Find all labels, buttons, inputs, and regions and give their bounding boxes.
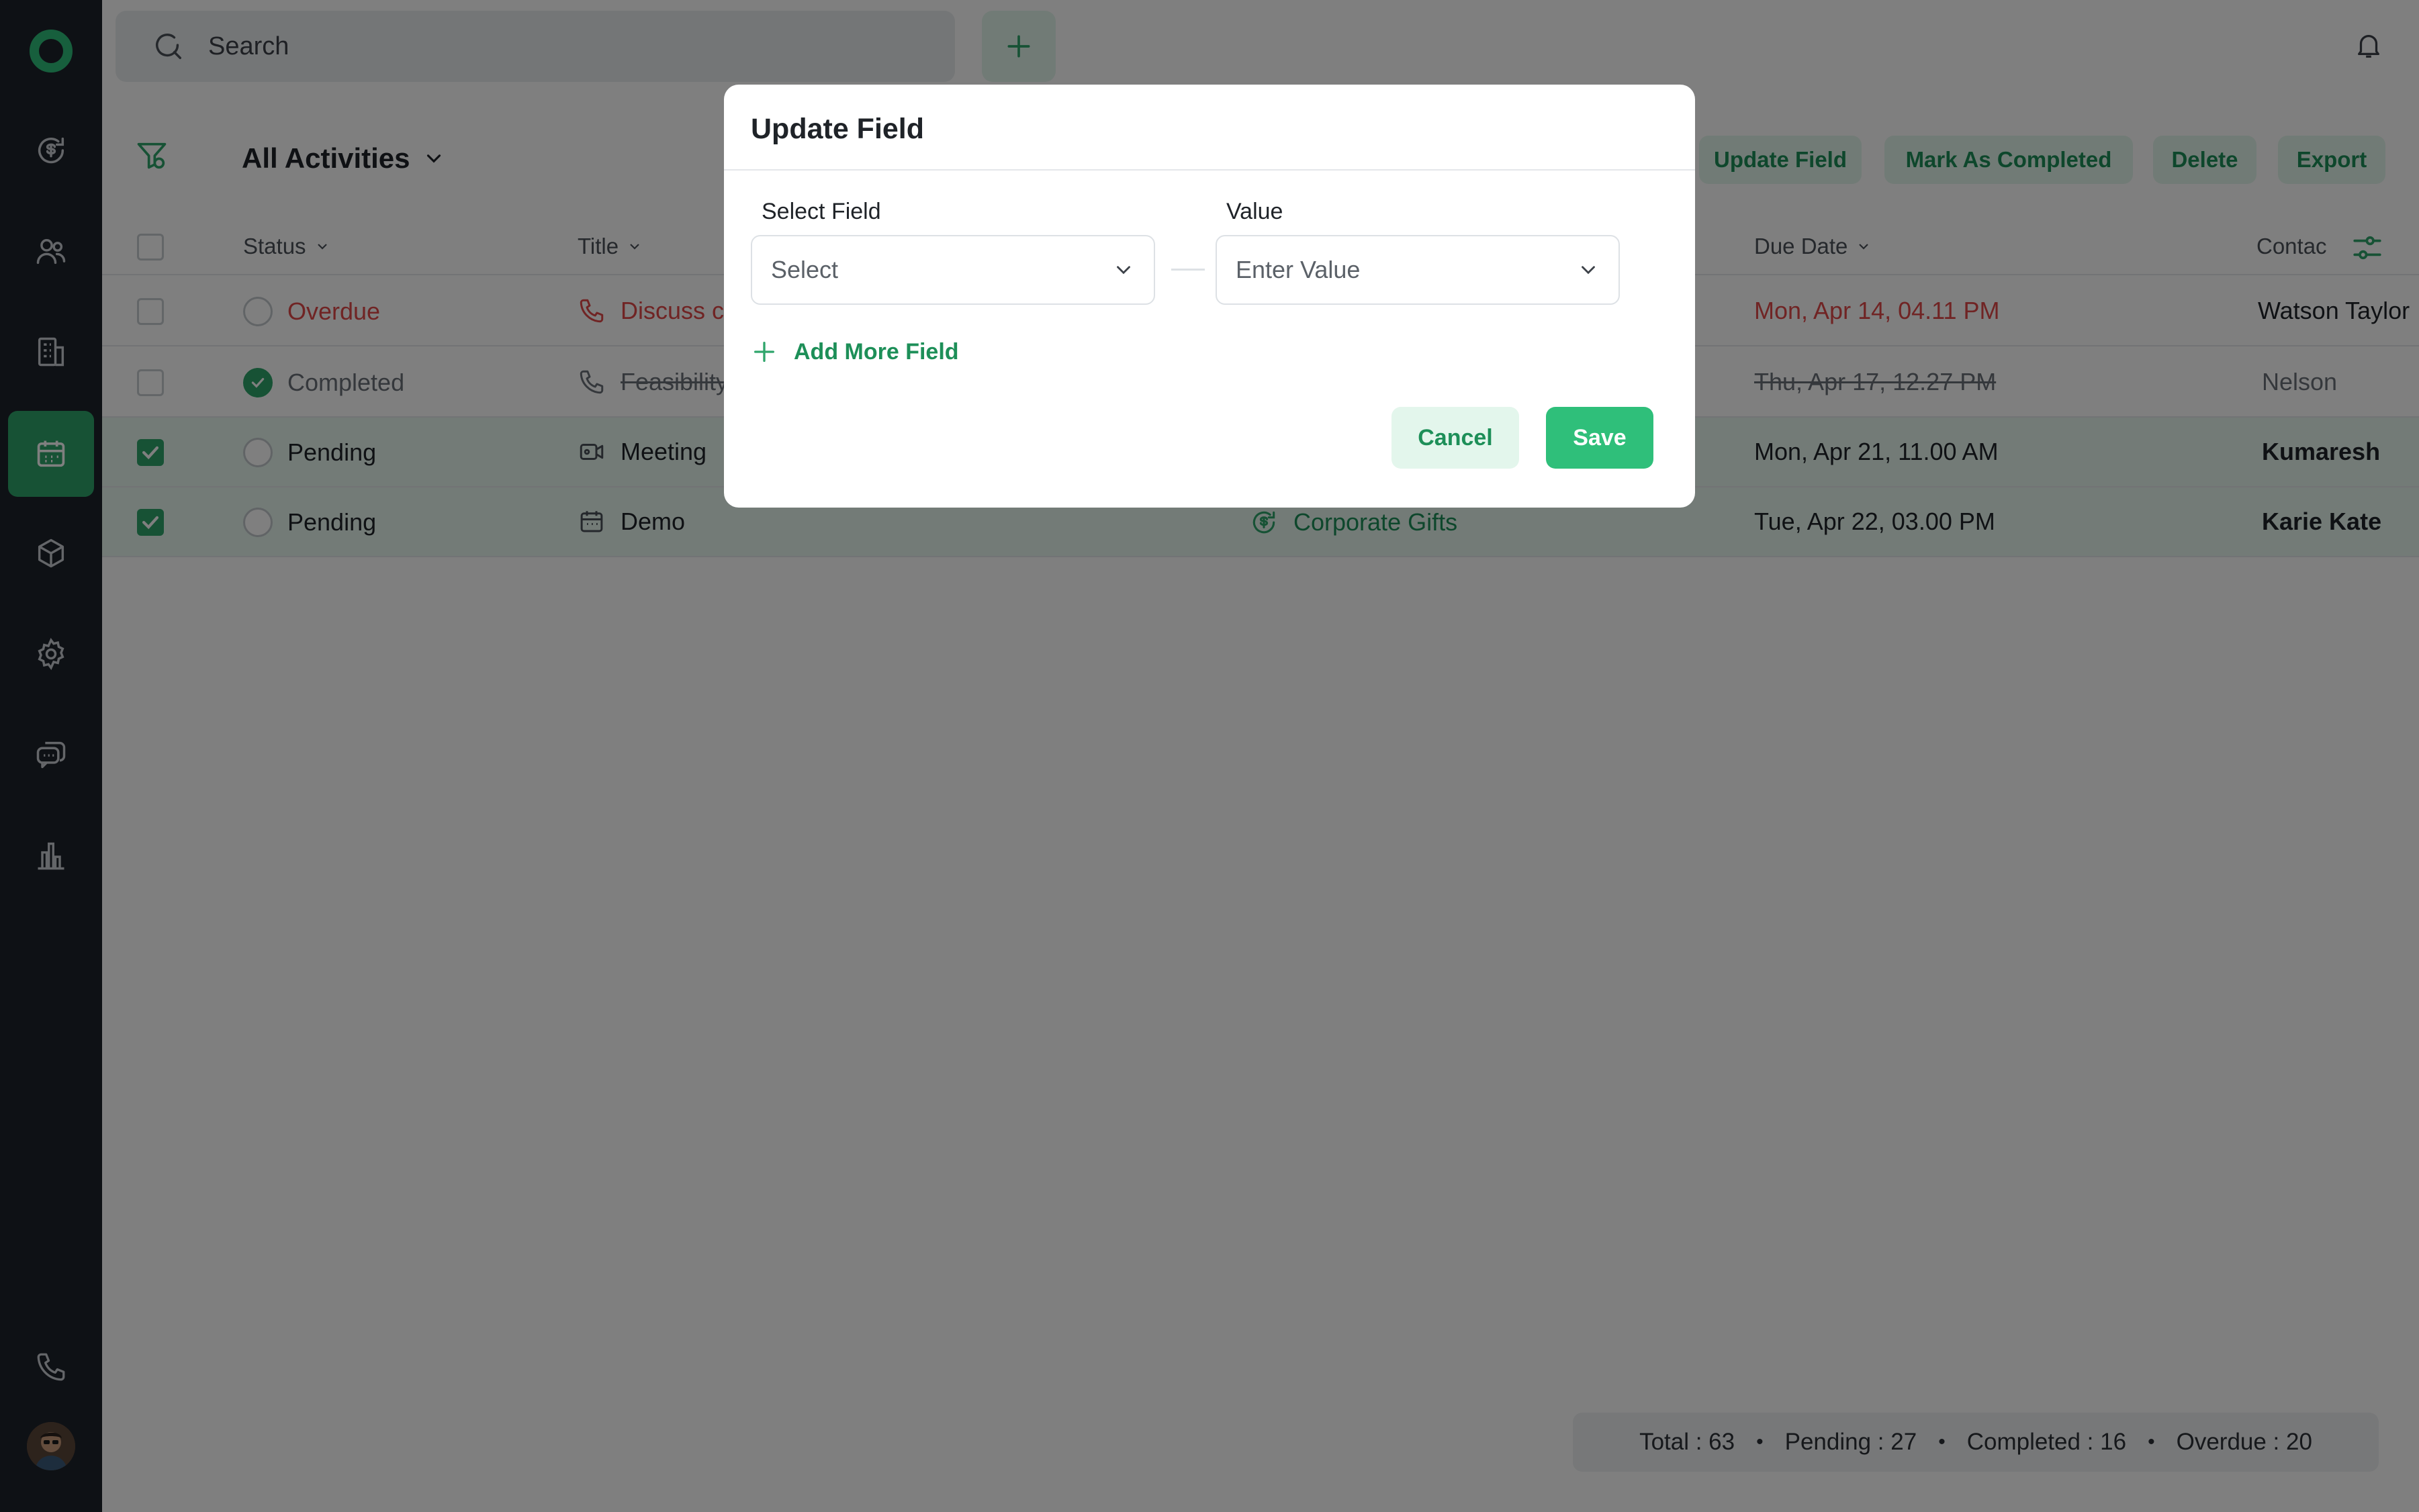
chevron-down-icon bbox=[1112, 258, 1135, 281]
select-placeholder: Select bbox=[771, 256, 839, 283]
value-dropdown[interactable]: Enter Value bbox=[1216, 235, 1620, 305]
add-more-label: Add More Field bbox=[794, 338, 959, 365]
value-placeholder: Enter Value bbox=[1236, 256, 1361, 283]
cancel-button[interactable]: Cancel bbox=[1391, 407, 1519, 469]
plus-icon bbox=[751, 338, 778, 365]
add-more-field-button[interactable]: Add More Field bbox=[751, 338, 959, 365]
chevron-down-icon bbox=[1577, 258, 1600, 281]
dialog-divider bbox=[724, 169, 1695, 171]
save-button[interactable]: Save bbox=[1546, 407, 1653, 469]
value-label: Value bbox=[1226, 199, 1283, 224]
update-field-dialog: Update Field Select Field Select Value E… bbox=[724, 85, 1695, 508]
field-separator bbox=[1171, 269, 1205, 271]
select-field-dropdown[interactable]: Select bbox=[751, 235, 1155, 305]
select-field-label: Select Field bbox=[762, 199, 881, 224]
dialog-title: Update Field bbox=[751, 113, 925, 145]
